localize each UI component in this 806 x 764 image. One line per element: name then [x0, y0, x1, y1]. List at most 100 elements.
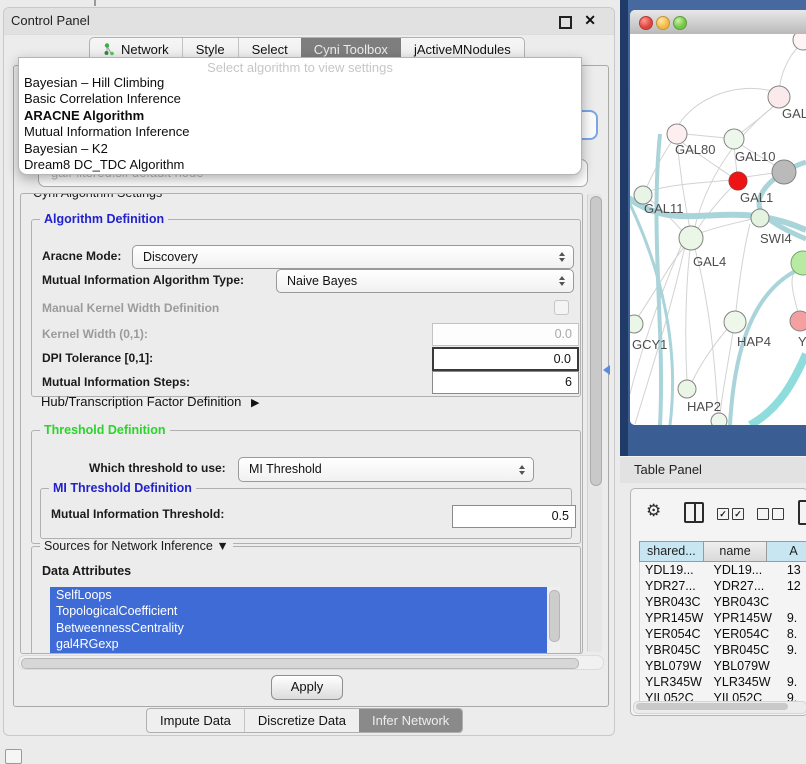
cell: YPR145W: [709, 610, 782, 626]
network-node[interactable]: [667, 124, 687, 144]
mi-steps-field[interactable]: 6: [432, 371, 579, 394]
node-label: HAP2: [687, 399, 721, 414]
table-horizontal-scrollbar[interactable]: [633, 701, 806, 714]
table-row[interactable]: YER054C YER054C 8.: [640, 626, 806, 642]
network-node[interactable]: [679, 226, 703, 250]
cell: YBL079W: [640, 658, 709, 674]
table-row[interactable]: YBL079W YBL079W: [640, 658, 806, 674]
table-row[interactable]: YDL19... YDL19... 13: [640, 562, 806, 578]
scrollbar-thumb[interactable]: [636, 703, 788, 710]
scrollbar-thumb[interactable]: [590, 196, 602, 486]
float-window-icon[interactable]: [559, 16, 572, 29]
cell: YBR043C: [709, 594, 782, 610]
table-header-row: shared... name A: [639, 541, 806, 562]
cell: YBR045C: [709, 642, 782, 658]
mi-threshold-label: Mutual Information Threshold:: [51, 507, 224, 521]
tab-infer-network[interactable]: Infer Network: [359, 709, 462, 732]
list-item[interactable]: BetweennessCentrality: [50, 620, 560, 636]
dropdown-placeholder: Select algorithm to view settings: [19, 60, 581, 75]
network-node[interactable]: [772, 160, 796, 184]
split-collapse-arrow[interactable]: [603, 365, 610, 375]
network-node[interactable]: [729, 172, 747, 190]
deselect-checkbox-icon[interactable]: [757, 508, 769, 520]
mi-algorithm-type-select[interactable]: Naive Bayes: [276, 269, 574, 293]
algorithm-option[interactable]: Mutual Information Inference: [21, 124, 579, 140]
hub-factor-expander[interactable]: Hub/Transcription Factor Definition ▶: [41, 394, 259, 409]
aracne-mode-select[interactable]: Discovery: [132, 245, 574, 269]
tab-discretize-data[interactable]: Discretize Data: [244, 709, 359, 732]
network-canvas[interactable]: GAL GAL80 GAL10 GAL1 GAL11 SWI4 GAL4 GCY…: [630, 34, 806, 425]
close-traffic-light[interactable]: [639, 16, 653, 30]
cell: 8.: [782, 626, 806, 642]
cell: 9.: [782, 642, 806, 658]
network-node[interactable]: [751, 209, 769, 227]
column-header[interactable]: shared...: [639, 541, 704, 562]
node-label: GAL1: [740, 190, 773, 205]
list-item[interactable]: gal4RGexp: [50, 636, 560, 652]
network-node[interactable]: [678, 380, 696, 398]
network-node[interactable]: [793, 34, 806, 50]
mi-threshold-field[interactable]: 0.5: [452, 505, 576, 528]
network-node[interactable]: [724, 129, 744, 149]
algorithm-option[interactable]: Bayesian – Hill Climbing: [21, 75, 579, 91]
column-layout-icon[interactable]: [684, 502, 704, 523]
which-threshold-select[interactable]: MI Threshold: [238, 457, 534, 482]
table-row[interactable]: YPR145W YPR145W 9.: [640, 610, 806, 626]
zoom-traffic-light[interactable]: [673, 16, 687, 30]
sources-expander[interactable]: Sources for Network Inference ▼: [40, 539, 233, 553]
which-threshold-label: Which threshold to use:: [89, 461, 226, 475]
deselect-checkbox-icon[interactable]: [772, 508, 784, 520]
group-title: Cyni Algorithm Settings: [29, 193, 166, 200]
field-value: 0.5: [552, 509, 569, 523]
network-node[interactable]: [790, 311, 806, 331]
manual-kernel-checkbox[interactable]: [554, 300, 569, 315]
list-item[interactable]: TopologicalCoefficient: [50, 603, 560, 619]
node-label: GAL10: [735, 149, 775, 164]
table-panel: ⚙ ✓ ✓ shared... name A YDL19... YDL19...…: [630, 488, 806, 716]
threshold-definition-group: Threshold Definition Which threshold to …: [31, 430, 581, 544]
algorithm-option[interactable]: Bayesian – K2: [21, 141, 579, 157]
file-icon[interactable]: [798, 500, 806, 525]
list-scrollbar[interactable]: [547, 587, 560, 654]
apply-button[interactable]: Apply: [271, 675, 343, 700]
algorithm-option[interactable]: Basic Correlation Inference: [21, 91, 579, 107]
list-item[interactable]: SelfLoops: [50, 587, 560, 603]
dpi-tolerance-field[interactable]: 0.0: [432, 347, 579, 371]
minimize-traffic-light[interactable]: [656, 16, 670, 30]
network-window-titlebar[interactable]: [630, 10, 806, 35]
table-row[interactable]: YIL052C YIL052C 9.: [640, 690, 806, 701]
table-row[interactable]: YBR043C YBR043C: [640, 594, 806, 610]
field-value: 6: [565, 375, 572, 389]
tab-impute-data[interactable]: Impute Data: [147, 709, 244, 732]
node-label: GAL11: [644, 201, 684, 216]
gear-icon[interactable]: ⚙: [646, 502, 661, 519]
table-row[interactable]: YBR045C YBR045C 9.: [640, 642, 806, 658]
close-icon[interactable]: ✕: [584, 12, 596, 29]
network-node[interactable]: [768, 86, 790, 108]
algorithm-option[interactable]: Dream8 DC_TDC Algorithm: [21, 157, 579, 173]
cell: YDR27...: [640, 578, 709, 594]
select-all-checkbox-icon[interactable]: ✓: [717, 508, 729, 520]
settings-horizontal-scrollbar[interactable]: [18, 655, 604, 670]
network-node[interactable]: [724, 311, 746, 333]
network-graph: GAL GAL80 GAL10 GAL1 GAL11 SWI4 GAL4 GCY…: [630, 34, 806, 425]
cell: YDL19...: [709, 562, 782, 578]
algorithm-option-highlighted[interactable]: ARACNE Algorithm: [21, 108, 579, 124]
scrollbar-thumb[interactable]: [549, 590, 560, 642]
node-label: SWI4: [760, 231, 792, 246]
network-node[interactable]: [630, 315, 643, 333]
node-label: Y: [798, 334, 806, 349]
network-node[interactable]: [711, 413, 727, 425]
scrollbar-thumb[interactable]: [21, 658, 579, 669]
settings-vertical-scrollbar[interactable]: [587, 194, 602, 652]
kernel-width-field[interactable]: 0.0: [432, 323, 579, 346]
expanded-arrow-icon: ▼: [216, 539, 228, 553]
node-label: GCY1: [632, 337, 667, 352]
table-row[interactable]: YDR27... YDR27... 12: [640, 578, 806, 594]
field-value: 0.0: [555, 327, 572, 341]
select-all-checkbox-icon[interactable]: ✓: [732, 508, 744, 520]
column-header[interactable]: A: [767, 541, 806, 562]
column-header[interactable]: name: [704, 541, 768, 562]
table-row[interactable]: YLR345W YLR345W 9.: [640, 674, 806, 690]
table-panel-title: Table Panel: [634, 457, 702, 483]
